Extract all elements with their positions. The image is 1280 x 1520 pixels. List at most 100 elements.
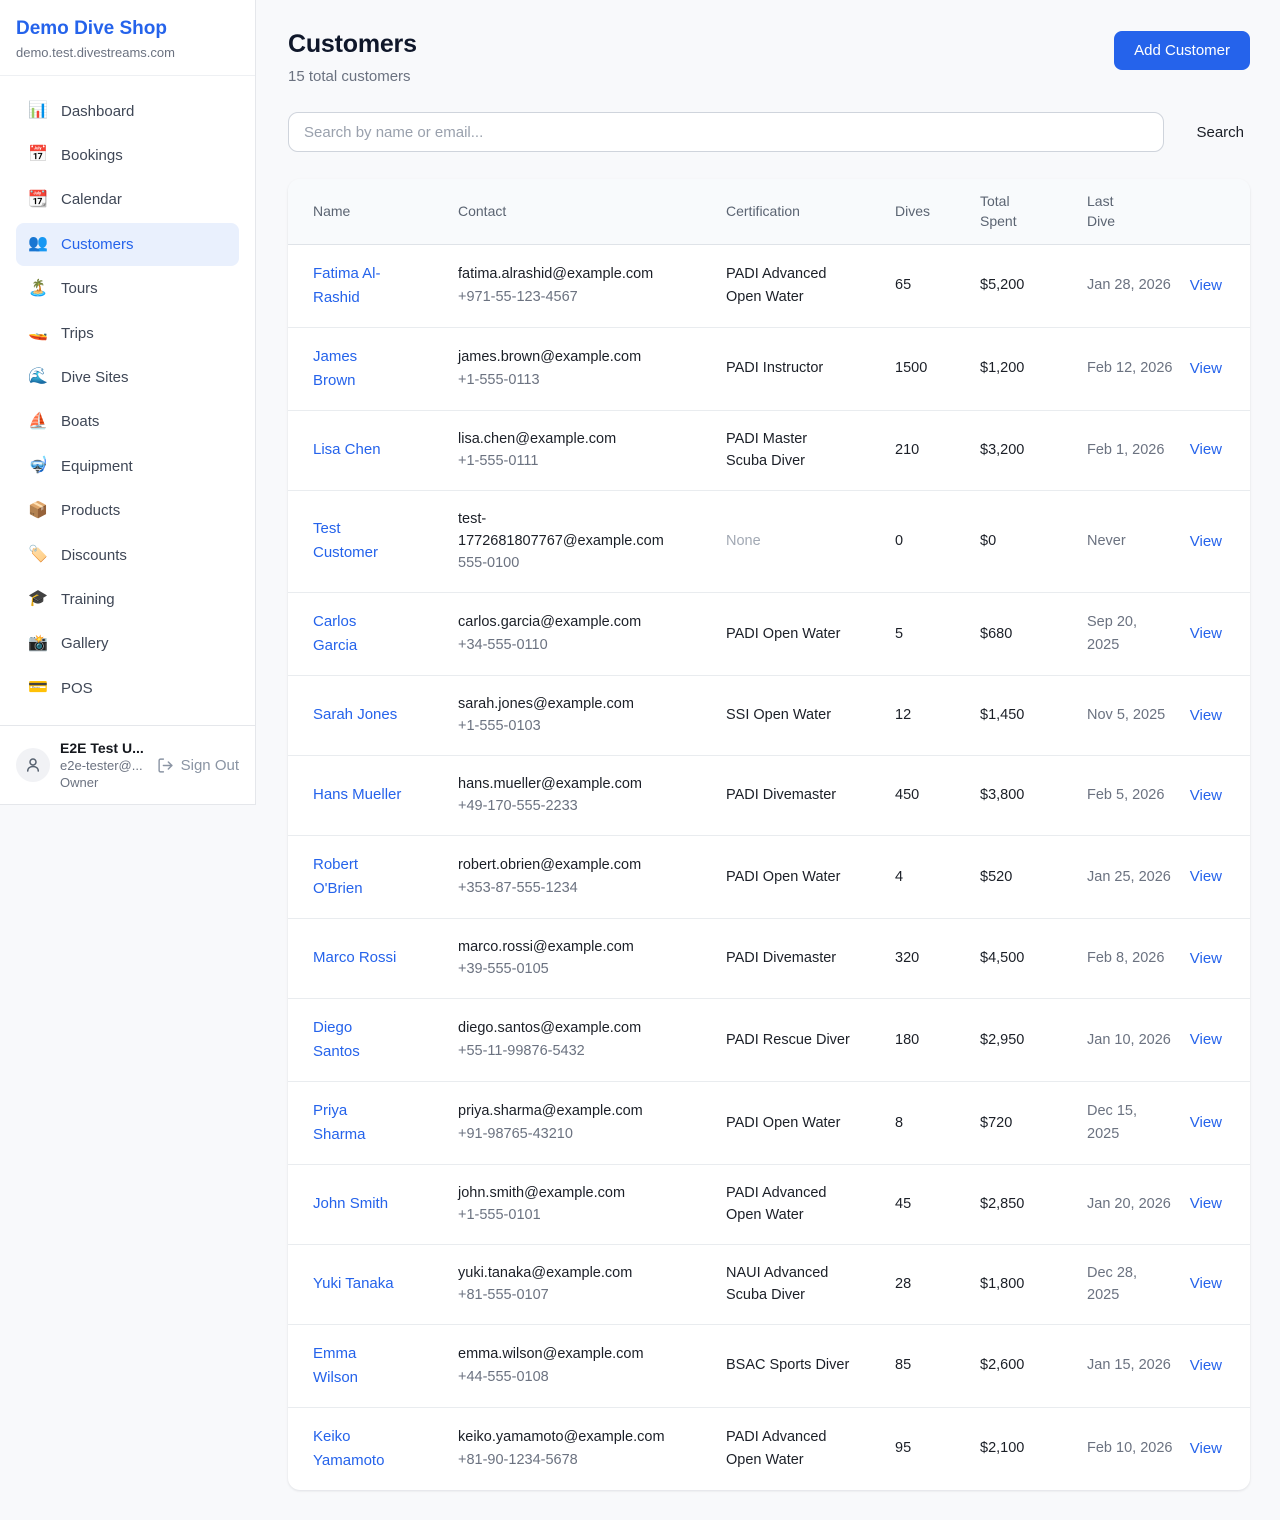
- customer-certification: PADI Advanced Open Water: [726, 244, 895, 327]
- tag-icon: 🏷️: [28, 544, 48, 566]
- view-customer-link[interactable]: View: [1190, 1114, 1222, 1131]
- sidebar: Demo Dive Shop demo.test.divestreams.com…: [0, 0, 256, 805]
- column-header: Dives: [895, 179, 980, 244]
- customer-dives: 65: [895, 244, 980, 327]
- user-info: E2E Test U... e2e-tester@... Owner: [60, 740, 147, 790]
- user-footer: E2E Test U... e2e-tester@... Owner Sign …: [0, 725, 255, 804]
- sidebar-item-label: Trips: [61, 323, 94, 344]
- sidebar-item-training[interactable]: 🎓 Training: [16, 578, 239, 620]
- sidebar-item-products[interactable]: 📦Products: [16, 490, 239, 532]
- customer-phone: +91-98765-43210: [458, 1123, 671, 1145]
- customer-name-link[interactable]: Sarah Jones: [313, 706, 397, 723]
- customer-certification: PADI Master Scuba Diver: [726, 410, 895, 490]
- customer-name-link[interactable]: Carlos Garcia: [313, 613, 357, 654]
- customer-certification: None: [726, 490, 895, 592]
- customer-contact: keiko.yamamoto@example.com +81-90-1234-5…: [458, 1407, 726, 1490]
- view-customer-link[interactable]: View: [1190, 868, 1222, 885]
- customer-dives: 8: [895, 1081, 980, 1164]
- sidebar-item-dashboard[interactable]: 📊Dashboard: [16, 90, 239, 132]
- customer-total-spent: $3,800: [980, 755, 1087, 835]
- column-header-label: Last Dive: [1087, 191, 1135, 232]
- view-customer-link[interactable]: View: [1190, 1357, 1222, 1374]
- view-customer-link[interactable]: View: [1190, 1031, 1222, 1048]
- view-customer-link[interactable]: View: [1190, 360, 1222, 377]
- customer-certification: PADI Advanced Open Water: [726, 1164, 895, 1244]
- view-customer-link[interactable]: View: [1190, 950, 1222, 967]
- sidebar-item-discounts[interactable]: 🏷️ Discounts: [16, 534, 239, 576]
- sidebar-item-bookings[interactable]: 📅Bookings: [16, 134, 239, 176]
- sidebar-item-dive-sites[interactable]: 🌊Dive Sites: [16, 356, 239, 398]
- avatar: [16, 748, 50, 782]
- page-title: Customers: [288, 30, 417, 59]
- tear-off-calendar-icon: 📆: [28, 189, 48, 211]
- brand: Demo Dive Shop demo.test.divestreams.com: [0, 0, 255, 76]
- customer-phone: +81-90-1234-5678: [458, 1449, 671, 1471]
- view-customer-link[interactable]: View: [1190, 625, 1222, 642]
- customer-dives: 85: [895, 1324, 980, 1407]
- customer-phone: +353-87-555-1234: [458, 877, 671, 899]
- sidebar-item-label: Discounts: [61, 545, 127, 566]
- sign-out-button[interactable]: Sign Out: [157, 757, 239, 774]
- customer-email: carlos.garcia@example.com: [458, 611, 671, 633]
- customer-name-link[interactable]: Keiko Yamamoto: [313, 1428, 384, 1469]
- customer-total-spent: $1,800: [980, 1244, 1087, 1324]
- customer-last-dive: Jan 28, 2026: [1087, 244, 1185, 327]
- sidebar-item-calendar[interactable]: 📆Calendar: [16, 179, 239, 221]
- customer-phone: +55-11-99876-5432: [458, 1040, 671, 1062]
- customer-total-spent: $0: [980, 490, 1087, 592]
- customer-total-spent: $5,200: [980, 244, 1087, 327]
- customer-name-link[interactable]: John Smith: [313, 1195, 388, 1212]
- add-customer-button[interactable]: Add Customer: [1114, 31, 1250, 70]
- customer-name-link[interactable]: Lisa Chen: [313, 441, 381, 458]
- sidebar-item-equipment[interactable]: 🤿Equipment: [16, 445, 239, 487]
- view-customer-link[interactable]: View: [1190, 1195, 1222, 1212]
- search-input[interactable]: [288, 112, 1164, 152]
- customer-name-link[interactable]: Marco Rossi: [313, 949, 396, 966]
- column-header-label: Name: [313, 203, 350, 219]
- sidebar-item-customers[interactable]: 👥Customers: [16, 223, 239, 265]
- customer-name-link[interactable]: Yuki Tanaka: [313, 1275, 394, 1292]
- customer-phone: +49-170-555-2233: [458, 795, 671, 817]
- view-customer-link[interactable]: View: [1190, 277, 1222, 294]
- customer-name-link[interactable]: Priya Sharma: [313, 1102, 366, 1143]
- view-customer-link[interactable]: View: [1190, 1275, 1222, 1292]
- sidebar-item-pos[interactable]: 💳POS: [16, 667, 239, 709]
- brand-title[interactable]: Demo Dive Shop: [16, 18, 239, 40]
- speedboat-icon: 🚤: [28, 322, 48, 344]
- graduation-cap-icon: 🎓: [28, 588, 48, 610]
- table-header-row: NameContactCertificationDivesTotal Spent…: [288, 179, 1250, 244]
- customer-name-link[interactable]: Hans Mueller: [313, 786, 401, 803]
- customer-name-link[interactable]: Robert O'Brien: [313, 856, 363, 897]
- sidebar-item-label: Boats: [61, 411, 99, 432]
- table-row: Diego Santos diego.santos@example.com +5…: [288, 998, 1250, 1081]
- sidebar-item-trips[interactable]: 🚤 Trips: [16, 312, 239, 354]
- sidebar-item-label: Training: [61, 589, 115, 610]
- customer-name-link[interactable]: Emma Wilson: [313, 1345, 358, 1386]
- customer-last-dive: Dec 28, 2025: [1087, 1244, 1185, 1324]
- sidebar-item-boats[interactable]: ⛵Boats: [16, 401, 239, 443]
- customer-name-link[interactable]: James Brown: [313, 348, 357, 389]
- user-email: e2e-tester@...: [60, 758, 147, 773]
- logout-icon: [157, 757, 174, 774]
- column-header: Certification: [726, 179, 895, 244]
- customers-table-card: NameContactCertificationDivesTotal Spent…: [288, 179, 1250, 1490]
- sidebar-item-tours[interactable]: 🏝️Tours: [16, 268, 239, 310]
- view-customer-link[interactable]: View: [1190, 707, 1222, 724]
- customer-contact: james.brown@example.com +1-555-0113: [458, 327, 726, 410]
- customer-dives: 180: [895, 998, 980, 1081]
- sidebar-item-gallery[interactable]: 📸Gallery: [16, 623, 239, 665]
- view-customer-link[interactable]: View: [1190, 787, 1222, 804]
- table-row: Sarah Jones sarah.jones@example.com +1-5…: [288, 675, 1250, 755]
- customer-name-link[interactable]: Diego Santos: [313, 1019, 360, 1060]
- table-row: Robert O'Brien robert.obrien@example.com…: [288, 835, 1250, 918]
- column-header-label: Certification: [726, 203, 800, 219]
- search-button[interactable]: Search: [1190, 124, 1250, 141]
- view-customer-link[interactable]: View: [1190, 441, 1222, 458]
- sign-out-label: Sign Out: [181, 757, 239, 774]
- customer-last-dive: Feb 8, 2026: [1087, 918, 1185, 998]
- customer-name-link[interactable]: Test Customer: [313, 520, 378, 561]
- sidebar-item-label: Gallery: [61, 633, 109, 654]
- view-customer-link[interactable]: View: [1190, 533, 1222, 550]
- view-customer-link[interactable]: View: [1190, 1440, 1222, 1457]
- customer-name-link[interactable]: Fatima Al-Rashid: [313, 265, 381, 306]
